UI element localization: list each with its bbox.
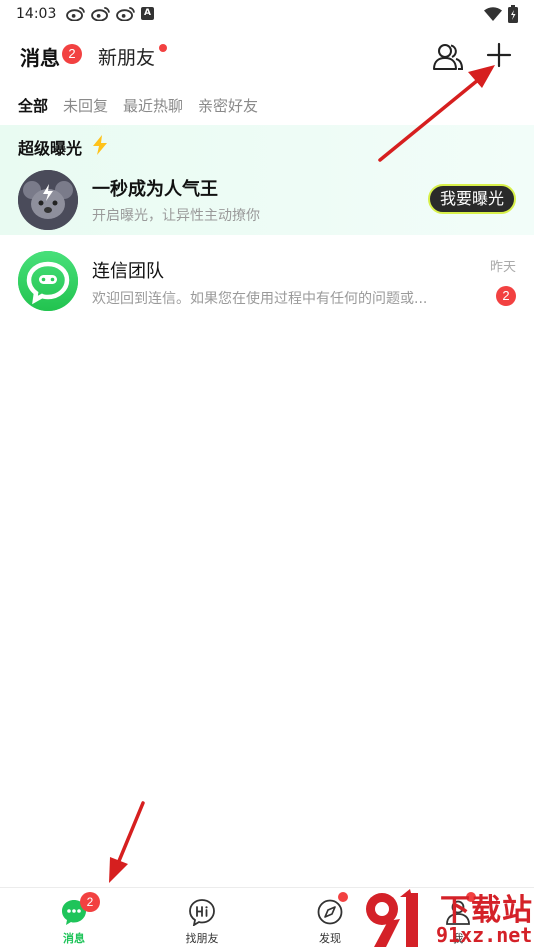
koala-avatar-icon bbox=[18, 170, 78, 230]
filter-close-friends[interactable]: 亲密好友 bbox=[198, 95, 258, 116]
chat-name: 连信团队 bbox=[92, 261, 164, 282]
contacts-icon[interactable] bbox=[432, 42, 464, 72]
compass-icon bbox=[317, 899, 343, 925]
filter-all[interactable]: 全部 bbox=[18, 95, 48, 116]
plus-icon[interactable] bbox=[486, 42, 512, 68]
weibo-icon bbox=[116, 7, 135, 21]
exposure-subtitle: 开启曝光，让异性主动撩你 bbox=[92, 208, 260, 224]
nav-messages-label: 消息 bbox=[63, 932, 85, 945]
a-icon: A bbox=[141, 7, 154, 20]
tab-new-friends[interactable]: 新朋友 bbox=[98, 43, 155, 70]
tab-messages[interactable]: 消息 bbox=[20, 42, 60, 71]
filter-unreplied[interactable]: 未回复 bbox=[63, 95, 108, 116]
lianxin-logo-icon bbox=[18, 251, 78, 311]
expose-me-button[interactable]: 我要曝光 bbox=[428, 184, 516, 214]
chat-time: 昨天 bbox=[489, 260, 516, 275]
chat-preview: 欢迎回到连信。如果您在使用过程中有任何的问题或... bbox=[92, 291, 428, 307]
nav-find-friends-label: 找朋友 bbox=[185, 932, 219, 945]
nav-messages[interactable]: 2 消息 bbox=[24, 888, 124, 950]
chat-unread-badge: 2 bbox=[496, 286, 516, 306]
messages-unread-badge: 2 bbox=[62, 44, 82, 64]
header: 消息 2 新朋友 bbox=[0, 38, 534, 78]
chat-list-item[interactable]: 连信团队 欢迎回到连信。如果您在使用过程中有任何的问题或... 昨天 2 bbox=[0, 245, 534, 321]
wifi-icon bbox=[484, 6, 502, 21]
weibo-icon bbox=[66, 7, 85, 21]
nav-discover-dot bbox=[338, 892, 348, 902]
new-friends-dot bbox=[159, 44, 167, 52]
filter-recent-hot[interactable]: 最近热聊 bbox=[123, 95, 183, 116]
watermark-bottom-text: 91xz.net bbox=[436, 923, 533, 947]
status-bar: 14:03 A bbox=[0, 0, 534, 30]
chat-avatar bbox=[18, 251, 78, 311]
battery-icon bbox=[508, 5, 518, 23]
super-exposure-section: 超级曝光 一秒成为人气王 开启曝光，让异性主动撩你 我要曝光 bbox=[0, 125, 534, 235]
nav-find-friends[interactable]: 找朋友 bbox=[152, 888, 252, 950]
lightning-bolt-icon bbox=[93, 135, 107, 155]
filter-tabs: 全部 未回复 最近热聊 亲密好友 bbox=[18, 95, 258, 116]
hi-icon bbox=[189, 899, 215, 926]
weibo-icon bbox=[91, 7, 110, 21]
status-time: 14:03 bbox=[16, 6, 57, 22]
exposure-name: 一秒成为人气王 bbox=[92, 179, 218, 200]
watermark: 下载站 91xz.net bbox=[360, 885, 534, 950]
annotation-arrow-messages bbox=[109, 801, 145, 883]
notification-icons: A bbox=[66, 6, 154, 21]
system-icons bbox=[484, 5, 518, 23]
watermark-logo-icon bbox=[366, 889, 418, 947]
exposure-avatar[interactable] bbox=[18, 170, 78, 230]
exposure-section-title: 超级曝光 bbox=[18, 139, 83, 158]
nav-messages-badge: 2 bbox=[80, 892, 100, 912]
